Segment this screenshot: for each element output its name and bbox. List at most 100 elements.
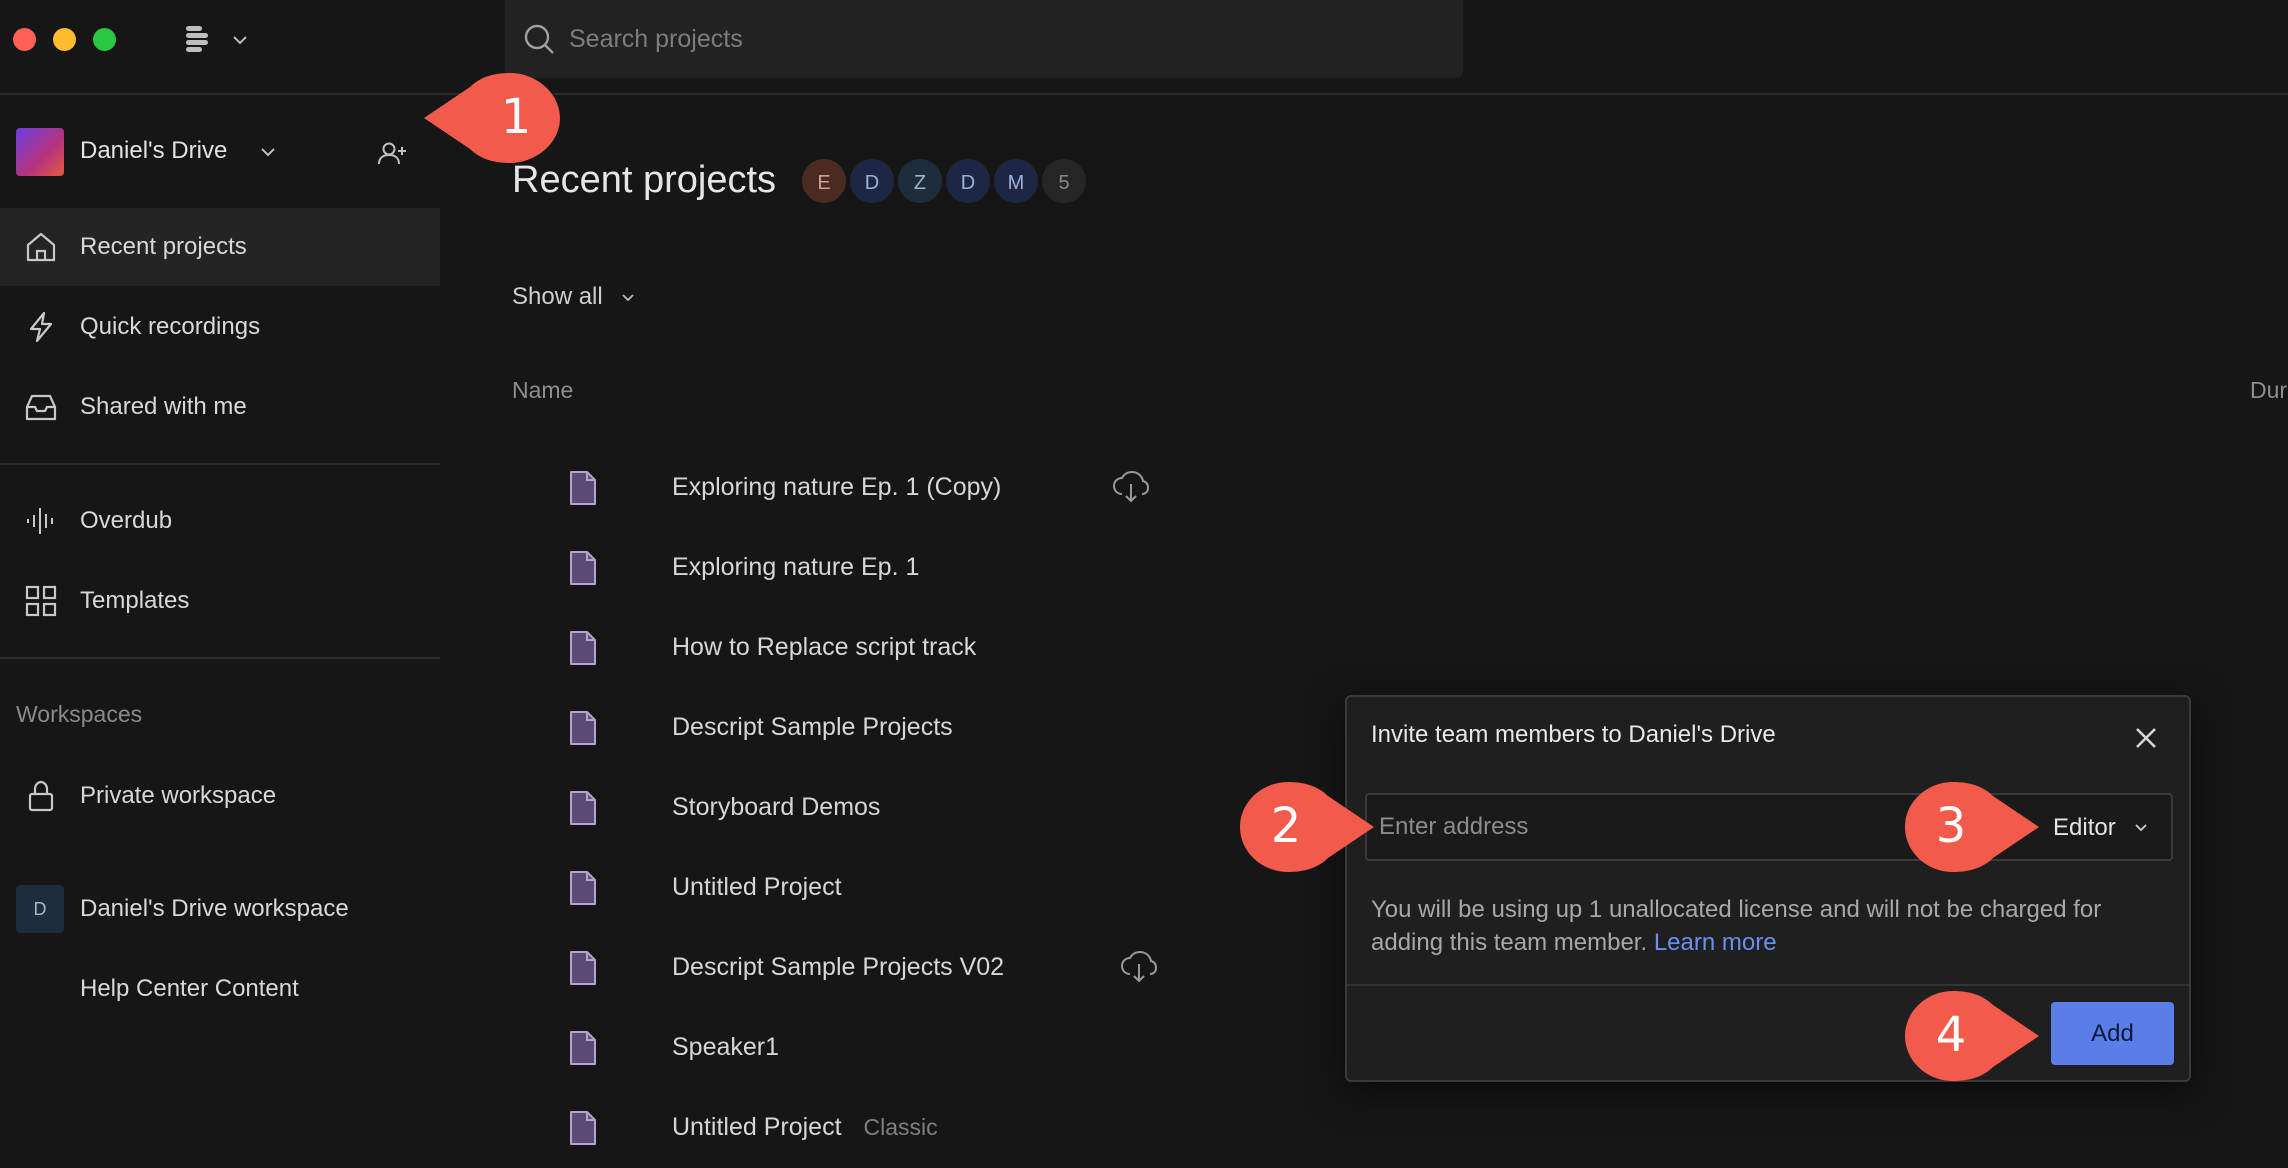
close-icon[interactable] <box>2129 721 2163 760</box>
role-label: Editor <box>2053 814 2116 841</box>
sidebar-item-templates[interactable]: Templates <box>0 562 440 640</box>
column-header-duration[interactable]: Dur <box>2250 377 2287 404</box>
project-name: Untitled Project Classic <box>672 1113 938 1142</box>
drive-switcher[interactable]: Daniel's Drive <box>0 125 440 183</box>
document-icon <box>568 790 598 831</box>
sidebar-item-daniels-drive-workspace[interactable]: Daniel's Drive workspace <box>0 870 440 948</box>
chevron-down-icon[interactable] <box>258 142 278 167</box>
member-avatar[interactable]: E <box>800 157 848 205</box>
callout-number: 3 <box>1935 798 1967 854</box>
callout-number: 1 <box>500 89 532 145</box>
project-name: Descript Sample Projects V02 <box>672 953 1004 982</box>
inbox-icon <box>24 390 58 429</box>
project-name-text: Speaker1 <box>672 1033 780 1061</box>
sidebar-item-quick-recordings[interactable]: Quick recordings <box>0 288 440 366</box>
sidebar-item-help-center-content[interactable]: Help Center Content <box>0 950 440 1028</box>
table-row[interactable]: How to Replace script track00: <box>512 608 2288 688</box>
chevron-down-icon[interactable] <box>620 289 636 310</box>
search-input[interactable] <box>569 0 1429 78</box>
window-minimize-button[interactable] <box>53 28 76 51</box>
workspaces-heading: Workspaces <box>16 701 143 727</box>
member-avatar[interactable]: Z <box>896 157 944 205</box>
sidebar-item-label: Private workspace <box>80 782 277 809</box>
document-icon <box>568 710 598 751</box>
learn-more-link[interactable]: Learn more <box>1654 929 1777 956</box>
project-name-text: Descript Sample Projects <box>672 713 953 741</box>
sidebar-item-recent-projects[interactable]: Recent projects <box>0 208 440 286</box>
sidebar-item-label: Overdub <box>80 507 173 534</box>
add-member-icon[interactable] <box>376 138 408 175</box>
member-avatar[interactable]: M <box>992 157 1040 205</box>
project-name: Exploring nature Ep. 1 <box>672 553 919 582</box>
callout-marker: 2 <box>1238 780 1374 879</box>
project-name-text: Storyboard Demos <box>672 793 881 821</box>
dialog-title: Invite team members to Daniel's Drive <box>1371 721 1776 748</box>
sidebar-item-label: Shared with me <box>80 393 247 420</box>
home-icon <box>24 230 58 269</box>
document-icon <box>568 950 598 991</box>
table-row[interactable]: Exploring nature Ep. 131:0 <box>512 528 2288 608</box>
project-name-text: Untitled Project <box>672 873 842 901</box>
callout-marker: 1 <box>424 71 564 170</box>
member-avatar[interactable]: D <box>944 157 992 205</box>
window-close-button[interactable] <box>13 28 36 51</box>
add-button[interactable]: Add <box>2051 1002 2174 1065</box>
waveform-icon <box>24 504 58 543</box>
project-name: Storyboard Demos <box>672 793 880 822</box>
chevron-down-icon[interactable] <box>230 30 250 55</box>
table-row[interactable]: Untitled ProjectClassic00: <box>512 1088 2288 1168</box>
role-select[interactable]: Editor <box>2053 795 2163 859</box>
sidebar-item-label: Recent projects <box>80 233 247 260</box>
license-note: You will be using up 1 unallocated licen… <box>1371 893 2171 959</box>
callout-marker: 4 <box>1903 989 2039 1088</box>
window-zoom-button[interactable] <box>93 28 116 51</box>
project-name-text: Exploring nature Ep. 1 (Copy) <box>672 473 1002 501</box>
project-name: Untitled Project <box>672 873 842 902</box>
invite-field: Editor <box>1365 793 2173 861</box>
drive-name: Daniel's Drive <box>80 137 228 164</box>
grid-icon <box>24 584 58 623</box>
descript-logo-icon[interactable] <box>184 24 214 59</box>
search-box[interactable] <box>505 0 1463 78</box>
project-name: How to Replace script track <box>672 633 976 662</box>
email-field[interactable] <box>1379 795 1879 859</box>
top-bar <box>0 0 2288 95</box>
callout-marker: 3 <box>1903 780 2039 879</box>
callout-number: 4 <box>1935 1007 1967 1063</box>
search-icon <box>522 22 556 61</box>
lightning-icon <box>24 310 58 349</box>
column-header-name[interactable]: Name <box>512 377 573 404</box>
member-avatar[interactable]: D <box>848 157 896 205</box>
cloud-download-icon[interactable] <box>1120 950 1158 989</box>
table-row[interactable]: Exploring nature Ep. 1 (Copy)31:0 <box>512 448 2288 528</box>
document-icon <box>568 1030 598 1071</box>
sidebar-item-label: Help Center Content <box>80 975 299 1002</box>
sidebar-item-label: Templates <box>80 587 190 614</box>
lock-icon <box>24 779 58 818</box>
project-name-text: Descript Sample Projects V02 <box>672 953 1005 981</box>
drive-avatar <box>16 128 64 176</box>
sidebar-item-private-workspace[interactable]: Private workspace <box>0 757 440 835</box>
project-name-text: Exploring nature Ep. 1 <box>672 553 920 581</box>
document-icon <box>568 470 598 511</box>
document-icon <box>568 1110 598 1151</box>
document-icon <box>568 550 598 591</box>
cloud-download-icon[interactable] <box>1112 470 1150 509</box>
sidebar-item-label: Daniel's Drive workspace <box>80 895 349 922</box>
document-icon <box>568 870 598 911</box>
sidebar-item-shared-with-me[interactable]: Shared with me <box>0 368 440 446</box>
project-name: Speaker1 <box>672 1033 779 1062</box>
dialog-footer-divider <box>1347 984 2189 986</box>
chevron-down-icon <box>2133 819 2149 840</box>
project-name-text: How to Replace script track <box>672 633 977 661</box>
member-count-badge[interactable]: 5 <box>1040 157 1088 205</box>
invite-dialog: Invite team members to Daniel's Drive Ed… <box>1345 695 2191 1082</box>
sidebar-item-overdub[interactable]: Overdub <box>0 482 440 560</box>
sidebar-divider <box>0 657 440 659</box>
project-badge: Classic <box>863 1114 938 1140</box>
filter-dropdown[interactable]: Show all <box>512 283 603 311</box>
sidebar-item-label: Quick recordings <box>80 313 261 340</box>
project-name-text: Untitled Project <box>672 1113 842 1141</box>
sidebar-divider <box>0 463 440 465</box>
project-name: Descript Sample Projects <box>672 713 953 742</box>
